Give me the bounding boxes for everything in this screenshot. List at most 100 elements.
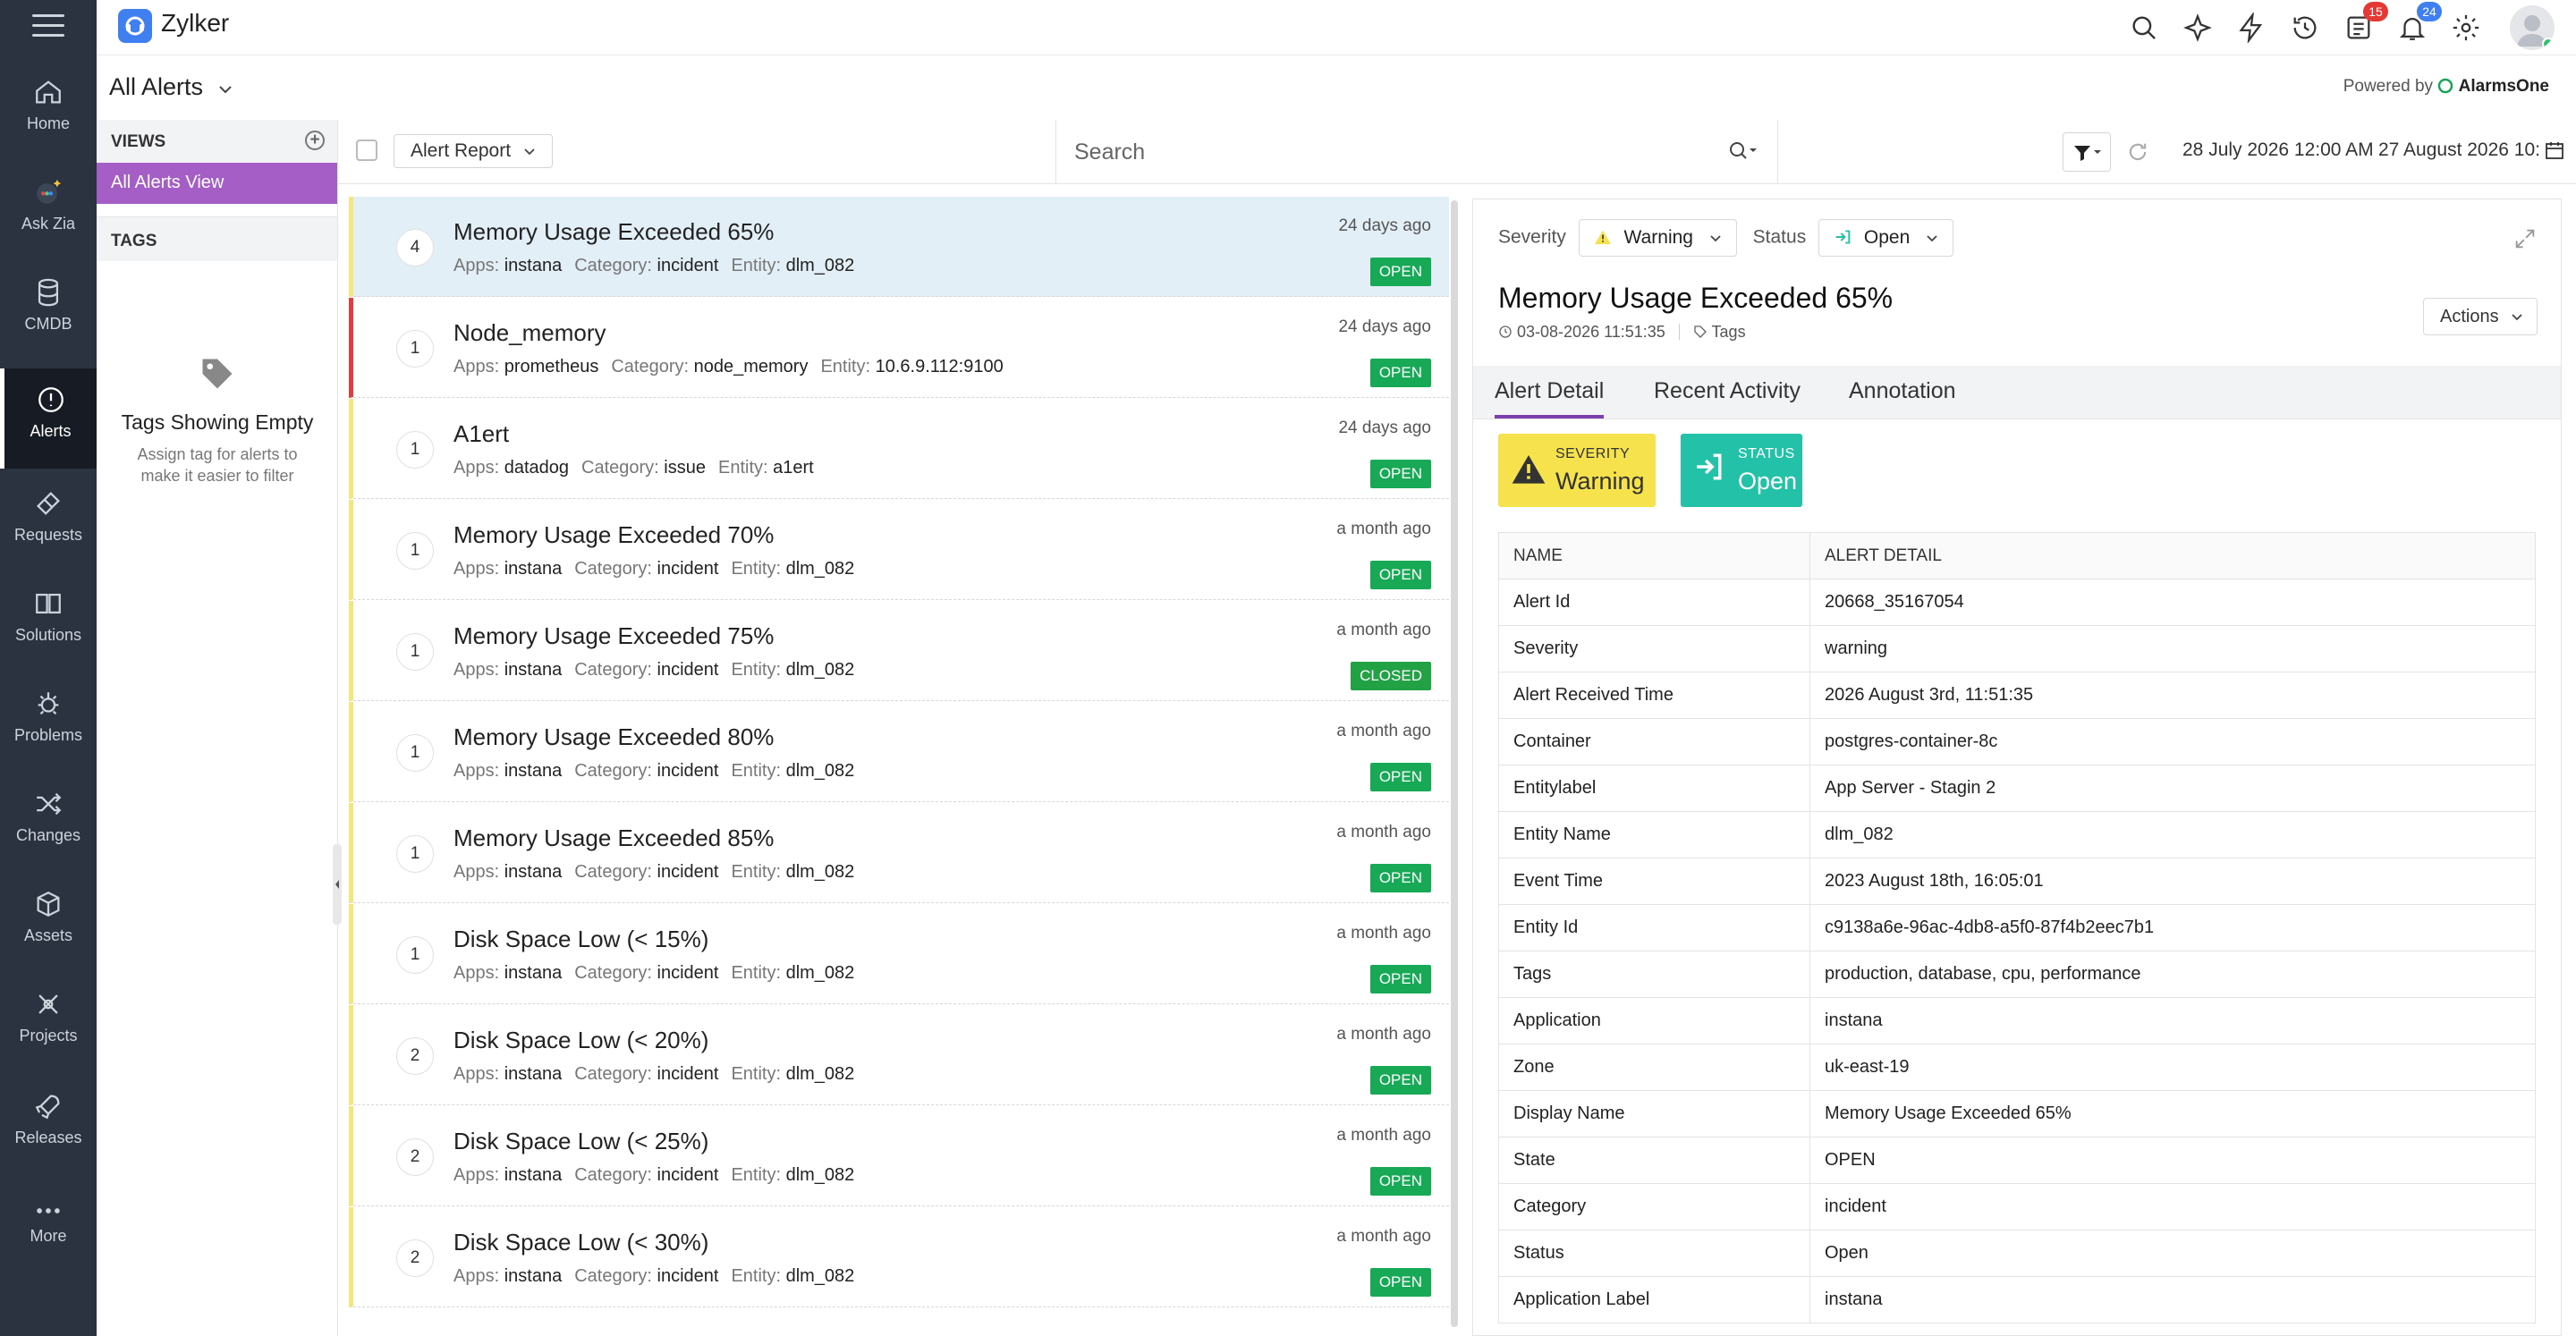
- alert-title[interactable]: Memory Usage Exceeded 65%: [453, 218, 774, 246]
- alert-meta: Apps: instana Category: incident Entity: d…: [453, 1165, 855, 1185]
- alert-time: a month ago: [1336, 924, 1431, 943]
- alert-row[interactable]: 2 Disk Space Low (< 20%) Apps: instana Cate…: [349, 1005, 1449, 1105]
- status-label: Status: [1752, 226, 1807, 248]
- alert-category: node_memory: [693, 357, 809, 376]
- add-view-icon[interactable]: +: [305, 131, 325, 150]
- book-icon: [36, 593, 61, 614]
- occurrence-count: 1: [396, 532, 434, 570]
- calendar-icon[interactable]: [2544, 140, 2565, 161]
- notifications-bell-icon[interactable]: 24: [2397, 2, 2442, 43]
- nav-item-releases[interactable]: Releases: [0, 1091, 97, 1191]
- tab-annotation[interactable]: Annotation: [1849, 378, 1956, 415]
- detail-value: postgres-container-8c: [1809, 718, 2536, 765]
- detail-value: OPEN: [1809, 1137, 2536, 1184]
- nav-label: Home: [26, 114, 70, 132]
- date-to[interactable]: 27 August 2026 10:: [2378, 140, 2548, 161]
- alert-title[interactable]: Memory Usage Exceeded 70%: [453, 521, 774, 549]
- alert-row[interactable]: 1 Memory Usage Exceeded 75% Apps: instana C…: [349, 601, 1449, 701]
- alert-timestamp: 03-08-2026 11:51:35: [1517, 323, 1665, 341]
- nav-item-alerts[interactable]: Alerts: [0, 368, 97, 469]
- nav-item-projects[interactable]: Projects: [0, 989, 97, 1089]
- collapse-panel-handle[interactable]: [333, 844, 342, 925]
- search-input[interactable]: Search: [1055, 120, 1778, 184]
- alert-row[interactable]: 4 Memory Usage Exceeded 65% Apps: instana C…: [349, 197, 1449, 297]
- table-row: Alert Received Time 2026 August 3rd, 11:5…: [1498, 672, 2536, 719]
- alert-row[interactable]: 1 Memory Usage Exceeded 70% Apps: instana C…: [349, 500, 1449, 600]
- refresh-icon[interactable]: [2125, 140, 2150, 165]
- alert-app: instana: [504, 1064, 563, 1084]
- detail-name: Container: [1498, 718, 1810, 765]
- occurrence-count: 1: [396, 330, 434, 368]
- nav-item-problems[interactable]: Problems: [0, 689, 97, 789]
- alert-app: instana: [504, 1266, 563, 1286]
- alert-category: issue: [664, 458, 706, 478]
- select-all-checkbox[interactable]: [356, 140, 377, 161]
- tasks-icon[interactable]: 15: [2343, 2, 2388, 43]
- nav-item-more[interactable]: More: [0, 1202, 97, 1302]
- list-scrollbar[interactable]: [1451, 200, 1458, 1327]
- settings-gear-icon[interactable]: [2451, 13, 2481, 43]
- detail-name: Entitylabel: [1498, 765, 1810, 812]
- alert-entity: dlm_082: [785, 660, 855, 680]
- alert-list: 4 Memory Usage Exceeded 65% Apps: instana C…: [349, 197, 1449, 1332]
- nav-item-ask-zia[interactable]: Ask Zia: [0, 177, 97, 277]
- detail-value: 2026 August 3rd, 11:51:35: [1809, 672, 2536, 719]
- table-row: Entity Id c9138a6e-96ac-4db8-a5f0-87f4b2e…: [1498, 904, 2536, 951]
- alert-entity: dlm_082: [785, 761, 855, 781]
- alert-title[interactable]: Node_memory: [453, 319, 606, 347]
- alert-title[interactable]: A1ert: [453, 420, 509, 448]
- alert-row[interactable]: 1 Memory Usage Exceeded 85% Apps: instana C…: [349, 803, 1449, 903]
- lightning-icon[interactable]: [2236, 11, 2267, 45]
- alert-title[interactable]: Disk Space Low (< 15%): [453, 926, 708, 953]
- alert-title[interactable]: Memory Usage Exceeded 75%: [453, 622, 774, 650]
- detail-value: App Server - Stagin 2: [1809, 765, 2536, 812]
- actions-dropdown[interactable]: Actions: [2423, 298, 2538, 335]
- tags-link[interactable]: Tags: [1693, 323, 1746, 341]
- nav-item-assets[interactable]: Assets: [0, 889, 97, 989]
- search-icon[interactable]: [2129, 13, 2159, 43]
- alert-row[interactable]: 1 Node_memory Apps: prometheus Category: no…: [349, 298, 1449, 398]
- user-avatar[interactable]: [2510, 5, 2555, 50]
- search-icon[interactable]: [1727, 140, 1758, 165]
- ticket-icon: [37, 492, 60, 515]
- severity-status-bar: Severity Warning Status Open: [1498, 219, 1964, 258]
- alert-title[interactable]: Disk Space Low (< 30%): [453, 1229, 708, 1256]
- detail-name: Severity: [1498, 625, 1810, 672]
- detail-value: c9138a6e-96ac-4db8-a5f0-87f4b2eec7b1: [1809, 904, 2536, 951]
- alert-report-dropdown[interactable]: Alert Report: [394, 134, 553, 168]
- column-header: NAME: [1498, 532, 1810, 579]
- status-dropdown[interactable]: Open: [1818, 219, 1954, 257]
- history-icon[interactable]: [2290, 13, 2320, 43]
- nav-item-cmdb[interactable]: CMDB: [0, 277, 97, 377]
- nav-item-solutions[interactable]: Solutions: [0, 588, 97, 689]
- tab-alert-detail[interactable]: Alert Detail: [1495, 378, 1605, 419]
- alert-title[interactable]: Memory Usage Exceeded 85%: [453, 824, 774, 852]
- nav-item-home[interactable]: Home: [0, 77, 97, 177]
- alert-title[interactable]: Memory Usage Exceeded 80%: [453, 723, 774, 751]
- tab-recent-activity[interactable]: Recent Activity: [1654, 378, 1801, 415]
- alert-row[interactable]: 1 Memory Usage Exceeded 80% Apps: instana C…: [349, 702, 1449, 802]
- occurrence-count: 4: [396, 229, 434, 266]
- alert-row[interactable]: 2 Disk Space Low (< 25%) Apps: instana Cate…: [349, 1106, 1449, 1206]
- filter-button[interactable]: [2063, 132, 2111, 172]
- alert-title[interactable]: Disk Space Low (< 25%): [453, 1128, 708, 1155]
- alert-title[interactable]: Disk Space Low (< 20%): [453, 1027, 708, 1054]
- alert-row[interactable]: 1 A1ert Apps: datadog Category: issue Entity…: [349, 399, 1449, 499]
- zia-sparkle-icon[interactable]: [2182, 13, 2213, 43]
- severity-dropdown[interactable]: Warning: [1578, 219, 1737, 257]
- nav-item-changes[interactable]: Changes: [0, 789, 97, 889]
- date-from[interactable]: 28 July 2026 12:00 AM: [2182, 140, 2374, 161]
- status-badge: OPEN: [1369, 460, 1431, 488]
- page-title-dropdown[interactable]: All Alerts: [109, 73, 233, 101]
- expand-icon[interactable]: [2512, 226, 2538, 251]
- hamburger-menu-icon[interactable]: [32, 14, 64, 38]
- alert-category: incident: [657, 1266, 719, 1286]
- app-logo[interactable]: [118, 9, 152, 43]
- view-item-all-alerts[interactable]: All Alerts View: [97, 163, 337, 204]
- table-row: Zone uk-east-19: [1498, 1044, 2536, 1091]
- occurrence-count: 1: [396, 734, 434, 772]
- alert-row[interactable]: 1 Disk Space Low (< 15%) Apps: instana Cate…: [349, 904, 1449, 1004]
- alert-title: Memory Usage Exceeded 65%: [1498, 282, 1894, 314]
- alert-row[interactable]: 2 Disk Space Low (< 30%) Apps: instana Cate…: [349, 1207, 1449, 1307]
- nav-item-requests[interactable]: Requests: [0, 488, 97, 588]
